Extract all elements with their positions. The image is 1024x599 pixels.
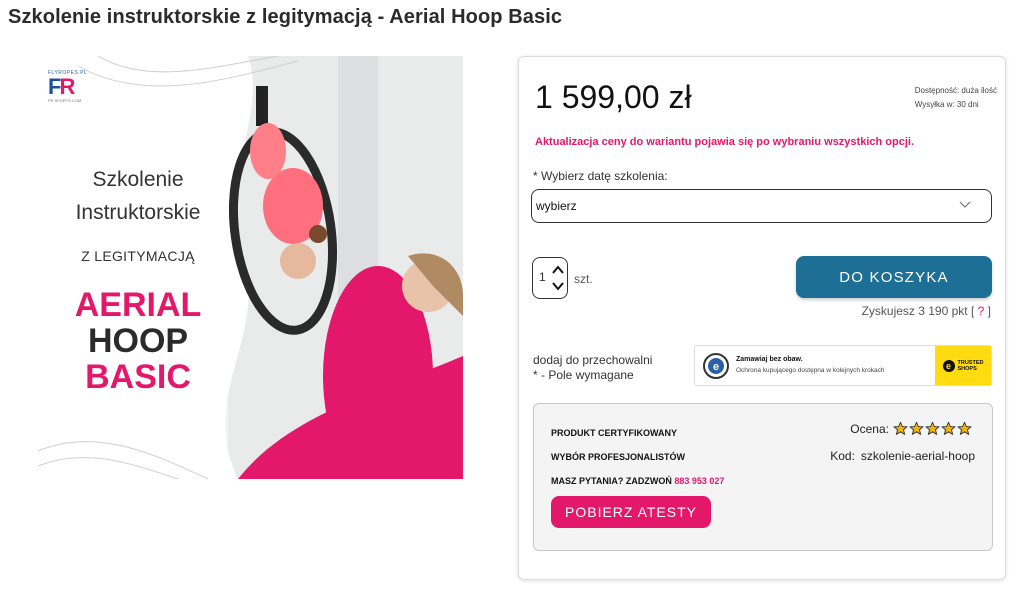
image-text-line4: AERIAL	[74, 286, 202, 324]
certified-product-label: PRODUKT CERTYFIKOWANY	[551, 428, 677, 438]
price-update-notice: Aktualizacja ceny do wariantu pojawia si…	[535, 136, 914, 148]
date-select-value: wybierz	[536, 199, 577, 213]
shipping-label: Wysyłka w:	[914, 100, 955, 109]
required-fields-note: * - Pole wymagane	[533, 368, 634, 382]
contact-line: MASZ PYTANIA? ZADZWOŃ 883 953 027	[551, 476, 724, 486]
buy-box: 1 599,00 zł Dostępność: duża ilość Wysył…	[518, 56, 1006, 580]
brand-logo: FLYROPES.PL FR FR SPORTS.COM	[48, 70, 118, 103]
product-photo-illustration	[38, 56, 463, 479]
image-text-line2: Instruktorskie	[75, 201, 201, 224]
loyalty-points: Zyskujesz 3 190 pkt [ ? ]	[862, 304, 991, 318]
trusted-shops-logo-icon: e	[942, 359, 955, 372]
page-title: Szkolenie instruktorskie z legitymacją -…	[8, 6, 563, 28]
quantity-value[interactable]: 1	[539, 270, 546, 284]
star-icon[interactable]	[925, 421, 940, 436]
image-text-line1: Szkolenie	[92, 168, 184, 191]
shipping-value: 30 dni	[956, 100, 979, 109]
contact-text: MASZ PYTANIA? ZADZWOŃ	[551, 476, 672, 486]
badge-text-2: SHOPS	[957, 365, 977, 372]
availability-label: Dostępność:	[914, 86, 960, 95]
product-info-box: PRODUKT CERTYFIKOWANY WYBÓR PROFESJONALI…	[533, 403, 993, 551]
availability-info: Dostępność: duża ilość Wysyłka w: 30 dni	[915, 84, 997, 112]
quantity-unit: szt.	[574, 272, 593, 286]
star-icon[interactable]	[941, 421, 956, 436]
star-icon[interactable]	[909, 421, 924, 436]
date-select-label: * Wybierz datę szkolenia:	[533, 169, 668, 183]
product-code: Kod: szkolenie-aerial-hoop	[830, 449, 975, 463]
trusted-shops-subtext: Ochrona kupującego dostępna w kolejnych …	[736, 367, 885, 374]
download-certificates-button[interactable]: POBIERZ ATESTY	[551, 496, 711, 528]
date-select[interactable]: wybierz	[531, 189, 992, 223]
product-code-value: szkolenie-aerial-hoop	[860, 449, 975, 463]
points-text: Zyskujesz 3 190 pkt [	[861, 304, 975, 318]
chevron-down-icon	[959, 201, 971, 208]
add-to-wishlist-link[interactable]: dodaj do przechowalni	[533, 353, 652, 367]
product-price: 1 599,00 zł	[535, 79, 692, 115]
add-to-cart-button[interactable]: DO KOSZYKA	[796, 256, 992, 298]
chevron-down-icon[interactable]	[551, 280, 565, 292]
logo-mark-left: F	[48, 74, 62, 99]
quantity-stepper[interactable]: 1	[532, 257, 568, 299]
image-text-line5: HOOP	[87, 322, 189, 360]
image-text-line3: Z LEGITYMACJĄ	[81, 248, 195, 264]
points-help-link[interactable]: ?	[978, 304, 985, 318]
logo-bottom-text: FR SPORTS.COM	[48, 98, 82, 103]
availability-value: duża ilość	[961, 86, 997, 95]
trusted-shops-banner[interactable]: e Zamawiaj bez obaw. Ochrona kupującego …	[694, 345, 992, 386]
points-close-bracket: ]	[987, 304, 991, 318]
product-image[interactable]: FLYROPES.PL FR FR SPORTS.COM Szkolenie I…	[38, 56, 463, 479]
rating-label: Ocena:	[850, 421, 889, 436]
badge-text-1: TRUSTED	[957, 359, 984, 366]
logo-mark-right: R	[59, 74, 75, 99]
image-text-line6: BASIC	[85, 358, 191, 396]
star-icon[interactable]	[957, 421, 972, 436]
trusted-shops-heading: Zamawiaj bez obaw.	[736, 356, 803, 363]
rating-stars[interactable]	[893, 421, 972, 436]
seal-letter: e	[713, 361, 719, 373]
logo-mark: FR	[48, 76, 118, 98]
star-icon[interactable]	[893, 421, 908, 436]
chevron-up-icon[interactable]	[551, 264, 565, 276]
trusted-shops-seal-icon: e	[703, 353, 729, 379]
product-code-label: Kod:	[830, 449, 855, 463]
professionals-choice-label: WYBÓR PROFESJONALISTÓW	[551, 452, 686, 462]
trusted-shops-badge: e TRUSTED SHOPS	[935, 346, 991, 385]
phone-link[interactable]: 883 953 027	[674, 476, 724, 486]
rating: Ocena:	[850, 421, 972, 436]
